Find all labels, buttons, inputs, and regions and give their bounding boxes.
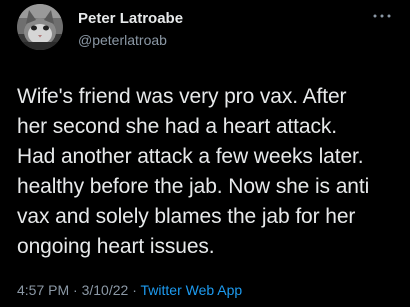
- meta-separator: ·: [132, 282, 137, 298]
- cat-avatar-icon: [17, 4, 63, 50]
- author-handle[interactable]: @peterlatroab: [78, 32, 167, 48]
- tweet-metadata: 4:57 PM · 3/10/22 · Twitter Web App: [17, 282, 242, 298]
- more-options-icon[interactable]: [370, 6, 394, 26]
- meta-separator: ·: [73, 282, 78, 298]
- tweet-time[interactable]: 4:57 PM: [17, 282, 69, 298]
- tweet-card: Peter Latroabe @peterlatroab Wife's frie…: [0, 0, 410, 307]
- tweet-text: Wife's friend was very pro vax. After he…: [17, 85, 370, 258]
- avatar[interactable]: [17, 4, 63, 50]
- tweet-source-link[interactable]: Twitter Web App: [141, 282, 243, 298]
- tweet-date[interactable]: 3/10/22: [82, 282, 129, 298]
- author-display-name[interactable]: Peter Latroabe: [78, 10, 183, 27]
